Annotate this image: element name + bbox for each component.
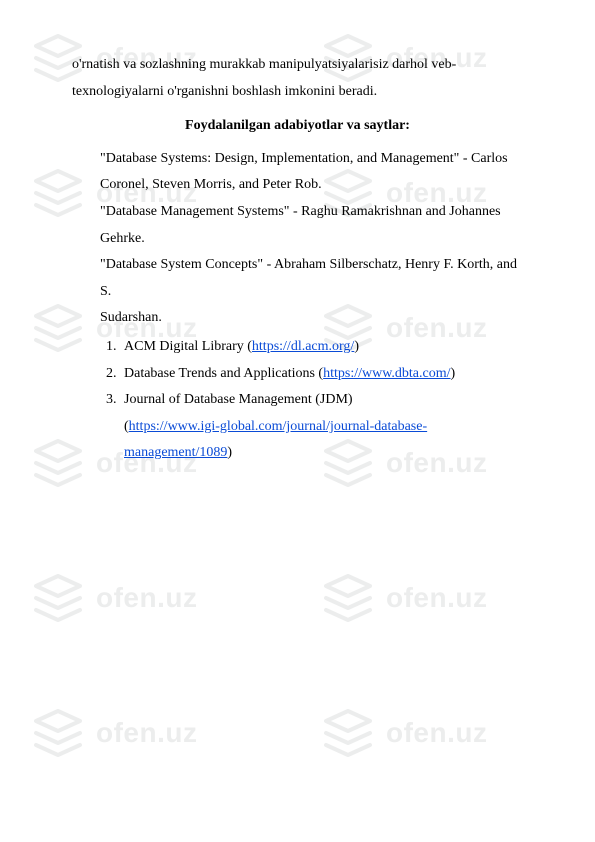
watermark-text: ofen.uz	[96, 571, 198, 624]
references-heading: Foydalanilgan adabiyotlar va saytlar:	[72, 113, 523, 140]
stack-icon	[30, 570, 86, 626]
reference-2-line-2: Gehrke.	[100, 226, 523, 253]
reference-3-line-1: "Database System Concepts" - Abraham Sil…	[100, 252, 523, 305]
list-item: Database Trends and Applications (https:…	[120, 361, 523, 388]
watermark-text: ofen.uz	[96, 706, 198, 759]
intro-line-2: texnologiyalarni o'rganishni boshlash im…	[72, 79, 523, 106]
references-block: "Database Systems: Design, Implementatio…	[72, 146, 523, 467]
list-item-text: )	[227, 445, 232, 460]
reference-2-line-1: "Database Management Systems" - Raghu Ra…	[100, 199, 523, 226]
watermark-text: ofen.uz	[386, 706, 488, 759]
list-item: Journal of Database Management (JDM) (ht…	[120, 387, 523, 467]
links-list: ACM Digital Library (https://dl.acm.org/…	[100, 334, 523, 467]
dbta-link[interactable]: https://www.dbta.com/	[323, 366, 450, 381]
list-item-text: Database Trends and Applications (	[124, 366, 323, 381]
list-item-subline: (https://www.igi-global.com/journal/jour…	[124, 414, 523, 467]
list-item-text: )	[354, 339, 359, 354]
intro-line-1: o'rnatish va sozlashning murakkab manipu…	[72, 52, 523, 79]
reference-3-line-2: Sudarshan.	[100, 305, 523, 332]
list-item: ACM Digital Library (https://dl.acm.org/…	[120, 334, 523, 361]
reference-1-line-2: Coronel, Steven Morris, and Peter Rob.	[100, 172, 523, 199]
list-item-text: )	[451, 366, 456, 381]
page-content: o'rnatish va sozlashning murakkab manipu…	[0, 0, 595, 507]
stack-icon	[320, 705, 376, 761]
acm-link[interactable]: https://dl.acm.org/	[252, 339, 354, 354]
stack-icon	[30, 705, 86, 761]
igi-link[interactable]: https://www.igi-global.com/journal/journ…	[124, 419, 427, 461]
list-item-text: Journal of Database Management (JDM)	[124, 392, 353, 407]
watermark-text: ofen.uz	[386, 571, 488, 624]
stack-icon	[320, 570, 376, 626]
reference-1-line-1: "Database Systems: Design, Implementatio…	[100, 146, 523, 173]
list-item-text: ACM Digital Library (	[124, 339, 252, 354]
